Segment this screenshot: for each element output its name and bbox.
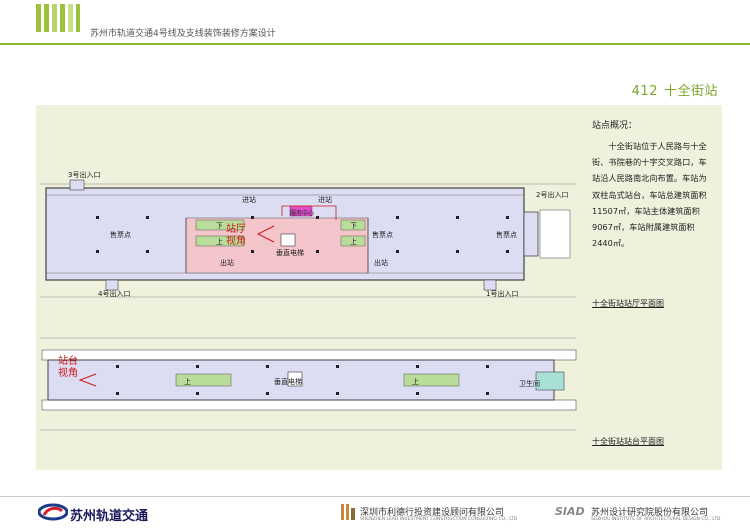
header-stripe-logo [36,4,80,32]
label-down-right: 下 [350,222,357,230]
label-exit4: 4号出入口 [98,289,130,298]
client-name: 苏州轨道交通 [70,509,149,524]
station-name: 十全街站 [663,84,718,99]
label-service: 服务中心 [290,209,314,217]
exit3-corridor [69,179,85,191]
siad-company-en: SUZHOU INSTITUTE OF ARCHITECTURAL DESIGN… [591,517,721,522]
label-ticket-left: 售票点 [110,230,131,239]
station-title: 412 十全街站 [632,80,718,99]
platform-plan-caption: 十全街站站台平面图 [592,437,664,446]
label-elevator: 垂直电梯 [276,248,304,257]
exit2-corridor [523,211,539,257]
lead-logo-icon [341,504,355,520]
label-enter-right: 进站 [318,195,332,204]
toilet-room [535,371,565,391]
label-exit3: 3号出入口 [68,170,100,179]
concourse-plan-caption: 十全街站站厅平面图 [592,299,664,308]
label-exit-left: 出站 [220,258,234,267]
siad-logo: SIAD [555,505,585,518]
track-top [41,349,577,361]
equipment-room [539,209,571,259]
view-label-concourse-2: 视角 [226,234,246,247]
view-label-platform-2: 视角 [58,366,78,379]
page-header-title: 苏州市轨道交通4号线及支线装饰装修方案设计 [90,29,276,39]
label-exit2: 2号出入口 [536,190,568,199]
label-down-left: 下 [216,222,223,230]
suzhou-rail-logo-icon [38,503,68,521]
view-label-platform-1: 站台 [58,354,78,367]
label-exit-right: 出站 [374,258,388,267]
label-up-right: 上 [350,237,357,246]
view-label-concourse-1: 站厅 [226,222,246,235]
concourse-plan-drawing: 3号出入口 2号出入口 4号出入口 1号出入口 售票点 售票点 售票点 进站 进… [40,170,576,298]
exit4-corridor [105,279,119,291]
label-exit1: 1号出入口 [486,289,518,298]
overview-label: 站点概况： [592,121,638,131]
platform-plan-drawing: 上 上 垂直电梯 卫生间 站台 视角 [40,337,577,431]
label-ticket-mid: 售票点 [372,230,393,239]
platform-label-up-right: 上 [412,377,419,386]
overview-text: 十全街站位于人民路与十全街、书院巷的十字交叉路口，车站沿人民路南北向布置。车站为… [592,141,707,249]
station-number: 412 [631,84,658,99]
label-ticket-right: 售票点 [496,230,517,239]
lead-company-en: SHENZHEN LEAD INVESTMENT CONSTRUCTION CO… [360,517,518,522]
track-bottom [41,399,577,411]
label-enter-left: 进站 [242,195,256,204]
platform-label-up-left: 上 [184,377,191,386]
label-up-left: 上 [216,237,223,246]
header-divider [0,43,750,45]
exit1-corridor [483,279,497,291]
elevator-box [280,233,296,247]
platform-label-toilet: 卫生间 [519,379,540,388]
platform-label-elevator: 垂直电梯 [274,377,302,386]
